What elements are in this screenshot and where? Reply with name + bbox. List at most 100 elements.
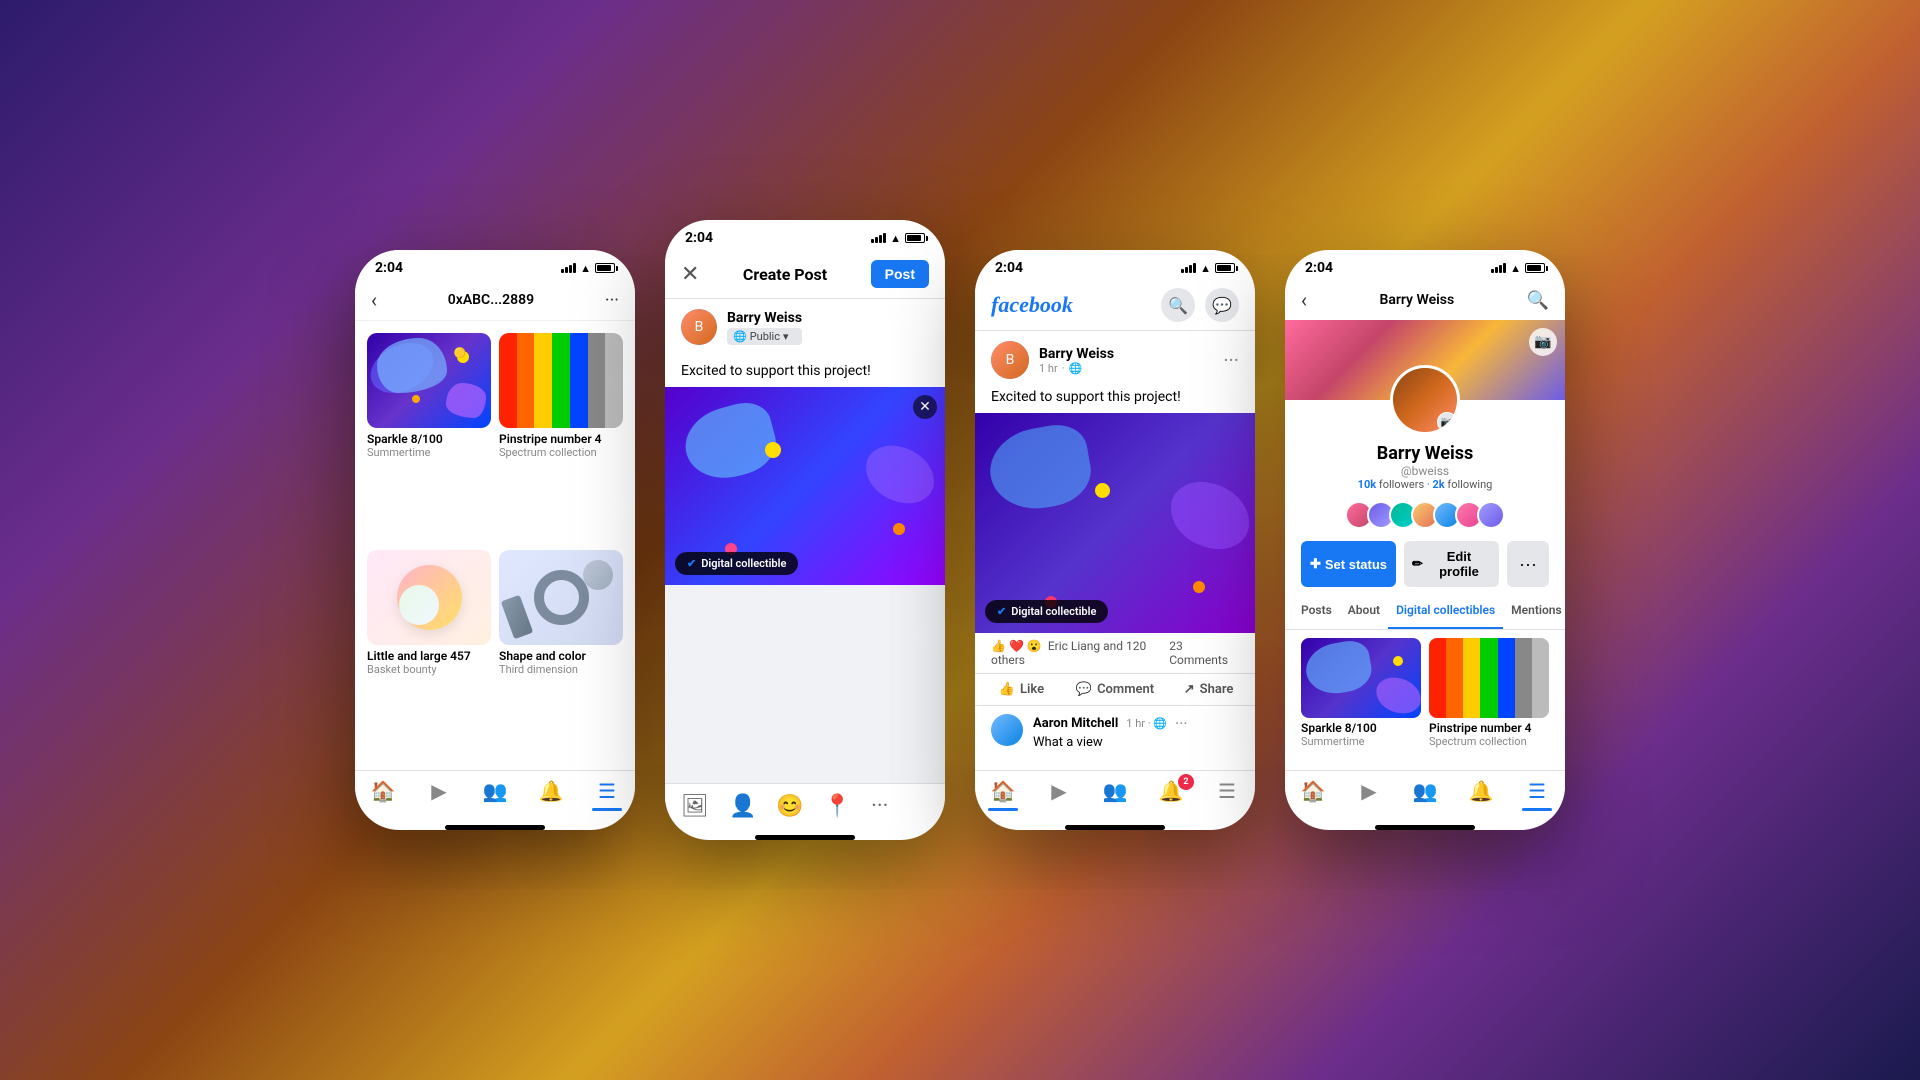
home-indicator-3 (1065, 825, 1165, 830)
share-button[interactable]: ↗ Share (1162, 674, 1255, 705)
nft-item-basket[interactable]: Little and large 457 Basket bounty (367, 550, 491, 759)
feed-post-image: ✔ Digital collectible (975, 413, 1255, 633)
chevron-icon: ▾ (783, 330, 789, 343)
profile-name-section: Barry Weiss @bweiss 10k followers · 2k f… (1285, 435, 1565, 495)
nav-video-4[interactable]: ▶ (1341, 779, 1397, 803)
search-button[interactable]: 🔍 (1161, 288, 1195, 322)
followers-label: followers (1379, 478, 1424, 491)
post-reactions: 👍 ❤️ 😮 Eric Liang and 120 others 23 Comm… (975, 633, 1255, 674)
profile-action-buttons: ✚ Set status ✏ Edit profile ··· (1285, 535, 1565, 593)
nav-bell-1[interactable]: 🔔 (523, 779, 579, 803)
close-image-button[interactable]: ✕ (913, 395, 937, 419)
feed-digital-collectible-badge: ✔ Digital collectible (985, 600, 1108, 623)
profile-nft-thumb-sparkle (1301, 638, 1421, 718)
like-button[interactable]: 👍 Like (975, 674, 1068, 705)
profile-display-name: Barry Weiss (1301, 443, 1549, 464)
home-indicator-4 (1375, 825, 1475, 830)
comment-time: 1 hr · 🌐 (1126, 717, 1167, 730)
nft-thumb-dimension (499, 550, 623, 645)
tab-digital-collectibles[interactable]: Digital collectibles (1388, 593, 1503, 629)
profile-nav-header: ‹ Barry Weiss 🔍 (1285, 280, 1565, 320)
post-image-preview: ✕ ✔ Digital collectible (665, 387, 945, 585)
nft-subtitle-sparkle: Summertime (367, 446, 491, 459)
nav-menu-4[interactable]: ☰ (1509, 779, 1565, 803)
nft-gallery-grid: Sparkle 8/100 Summertime Pinstripe numbe… (355, 321, 635, 770)
nav-video-1[interactable]: ▶ (411, 779, 467, 803)
fb-header-icons: 🔍 💬 (1161, 288, 1239, 322)
profile-nft-subtitle-spectrum: Spectrum collection (1429, 735, 1549, 748)
cover-camera-button[interactable]: 📷 (1529, 328, 1557, 356)
nav-video-3[interactable]: ▶ (1031, 779, 1087, 803)
status-bar-1: 2:04 ▲ (355, 250, 635, 280)
profile-avatar-section: 📷 (1285, 365, 1565, 435)
nft-thumb-spectrum (499, 333, 623, 428)
check-icon: ✔ (687, 557, 696, 570)
comment-label: Comment (1097, 682, 1154, 697)
profile-nft-sparkle[interactable]: Sparkle 8/100 Summertime (1301, 638, 1421, 762)
tab-mentions[interactable]: Mentions (1503, 593, 1565, 629)
emoji-icon[interactable]: 😊 (776, 794, 803, 819)
more-options-button[interactable]: ··· (1507, 541, 1549, 587)
privacy-badge[interactable]: 🌐 Public ▾ (727, 328, 802, 345)
like-icon: 👍 (999, 682, 1015, 697)
nft-subtitle-spectrum: Spectrum collection (499, 446, 623, 459)
back-button[interactable]: ‹ (371, 288, 377, 312)
battery-icon-4 (1525, 263, 1545, 273)
set-status-button[interactable]: ✚ Set status (1301, 541, 1396, 587)
following-label: following (1447, 478, 1492, 491)
profile-nft-spectrum[interactable]: Pinstripe number 4 Spectrum collection (1429, 638, 1549, 762)
post-button[interactable]: Post (871, 260, 929, 288)
tab-about[interactable]: About (1340, 593, 1388, 629)
heart-emoji: ❤️ (1009, 639, 1024, 653)
photo-icon[interactable]: 🖼 (681, 794, 709, 819)
signal-icon-2 (871, 233, 886, 243)
author-details: Barry Weiss 🌐 Public ▾ (727, 310, 802, 345)
edit-profile-button[interactable]: ✏ Edit profile (1404, 541, 1499, 587)
nav-home-3[interactable]: 🏠 (975, 779, 1031, 803)
post-more-button[interactable]: ··· (1223, 348, 1239, 372)
more-toolbar-icon[interactable]: ··· (871, 794, 888, 819)
avatar-camera-icon[interactable]: 📷 (1437, 412, 1457, 432)
nav-home-4[interactable]: 🏠 (1285, 779, 1341, 803)
follower-avatar-7 (1477, 501, 1505, 529)
profile-nft-title-spectrum: Pinstripe number 4 (1429, 721, 1549, 735)
post-meta: 1 hr · 🌐 (1039, 362, 1114, 375)
nav-bar-1: 🏠 ▶ 👥 🔔 ☰ (355, 770, 635, 819)
battery-icon-2 (905, 233, 925, 243)
nav-menu-3[interactable]: ☰ (1199, 779, 1255, 803)
nft-item-spectrum[interactable]: Pinstripe number 4 Spectrum collection (499, 333, 623, 542)
nft-item-sparkle[interactable]: Sparkle 8/100 Summertime (367, 333, 491, 542)
post-author-name: Barry Weiss (1039, 346, 1114, 362)
wow-emoji: 😮 (1027, 639, 1042, 653)
nav-groups-1[interactable]: 👥 (467, 779, 523, 803)
profile-back-button[interactable]: ‹ (1301, 288, 1307, 312)
post-author-info: Barry Weiss 1 hr · 🌐 (1039, 346, 1114, 375)
profile-search-button[interactable]: 🔍 (1527, 290, 1549, 311)
nft-title-basket: Little and large 457 (367, 649, 491, 663)
nav-bell-4[interactable]: 🔔 (1453, 779, 1509, 803)
profile-nft-title-sparkle: Sparkle 8/100 (1301, 721, 1421, 735)
close-button[interactable]: ✕ (681, 262, 699, 287)
followers-avatars (1285, 495, 1565, 535)
nav-groups-3[interactable]: 👥 (1087, 779, 1143, 803)
tag-icon[interactable]: 👤 (729, 794, 756, 819)
nav-menu-1[interactable]: ☰ (579, 779, 635, 803)
post-text-area[interactable]: Excited to support this project! (665, 355, 945, 387)
nav-bar-3: 🏠 ▶ 👥 🔔 2 ☰ (975, 770, 1255, 819)
more-button[interactable]: ··· (605, 290, 619, 311)
comment-more[interactable]: ··· (1175, 714, 1188, 733)
comment-button[interactable]: 💬 Comment (1068, 674, 1162, 705)
wifi-icon-2: ▲ (890, 232, 901, 245)
nav-home-1[interactable]: 🏠 (355, 779, 411, 803)
nft-subtitle-dimension: Third dimension (499, 663, 623, 676)
facebook-logo: facebook (991, 292, 1073, 318)
nav-bell-3[interactable]: 🔔 2 (1143, 779, 1199, 803)
nft-item-dimension[interactable]: Shape and color Third dimension (499, 550, 623, 759)
facebook-header: facebook 🔍 💬 (975, 280, 1255, 331)
tab-posts[interactable]: Posts (1293, 593, 1340, 629)
nav-groups-4[interactable]: 👥 (1397, 779, 1453, 803)
phone-profile: 2:04 ▲ ‹ Barry Weiss 🔍 📷 📷 Barry Weis (1285, 250, 1565, 830)
location-icon[interactable]: 📍 (824, 794, 851, 819)
edit-profile-label: Edit profile (1427, 549, 1491, 579)
messenger-button[interactable]: 💬 (1205, 288, 1239, 322)
